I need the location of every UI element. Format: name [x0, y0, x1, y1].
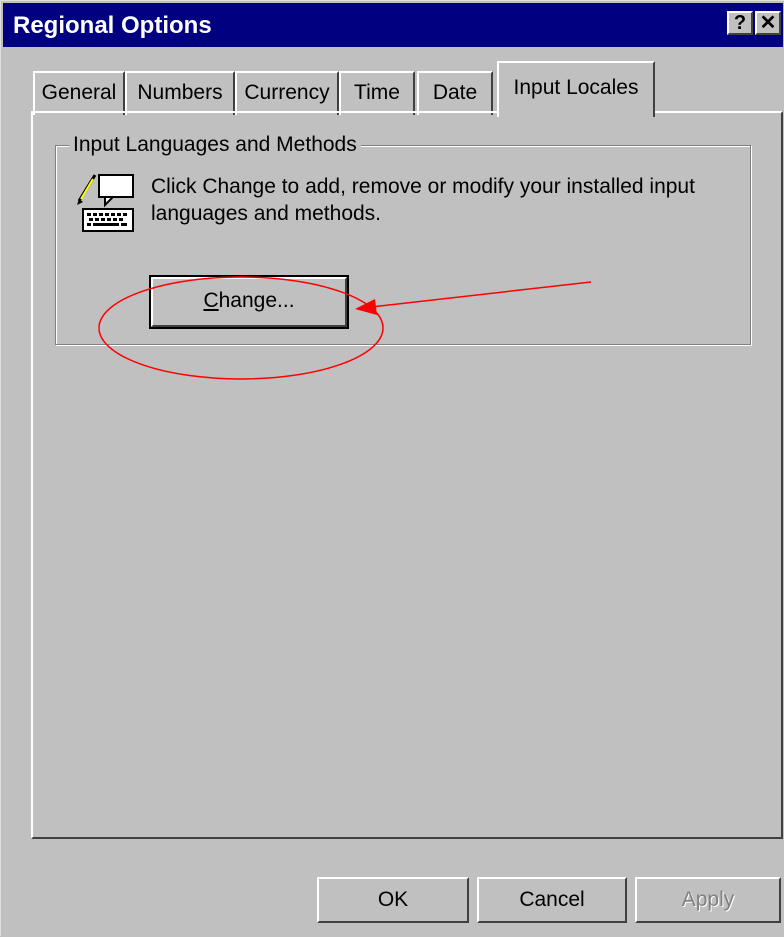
tab-numbers[interactable]: Numbers	[125, 71, 235, 115]
window-title: Regional Options	[13, 12, 212, 39]
tab-date[interactable]: Date	[417, 71, 493, 115]
keyboard-pencil-icon	[77, 174, 134, 232]
apply-button: Apply	[635, 877, 781, 923]
tab-general[interactable]: General	[33, 71, 125, 115]
change-button[interactable]: Change...	[149, 275, 349, 329]
regional-options-dialog: Regional Options ? ✕ General Numbers Cur…	[0, 0, 784, 936]
group-label: Input Languages and Methods	[69, 133, 361, 157]
title-bar: Regional Options ? ✕	[3, 3, 783, 47]
tab-input-locales[interactable]: Input Locales	[497, 61, 655, 117]
change-label-rest: hange...	[218, 289, 295, 312]
cancel-button[interactable]: Cancel	[477, 877, 627, 923]
help-button[interactable]: ?	[727, 11, 753, 35]
tab-currency[interactable]: Currency	[235, 71, 339, 115]
tab-time[interactable]: Time	[339, 71, 415, 115]
ok-button[interactable]: OK	[317, 877, 469, 923]
group-description: Click Change to add, remove or modify yo…	[151, 175, 695, 225]
close-button[interactable]: ✕	[755, 11, 781, 35]
change-mnemonic: C	[203, 289, 219, 312]
